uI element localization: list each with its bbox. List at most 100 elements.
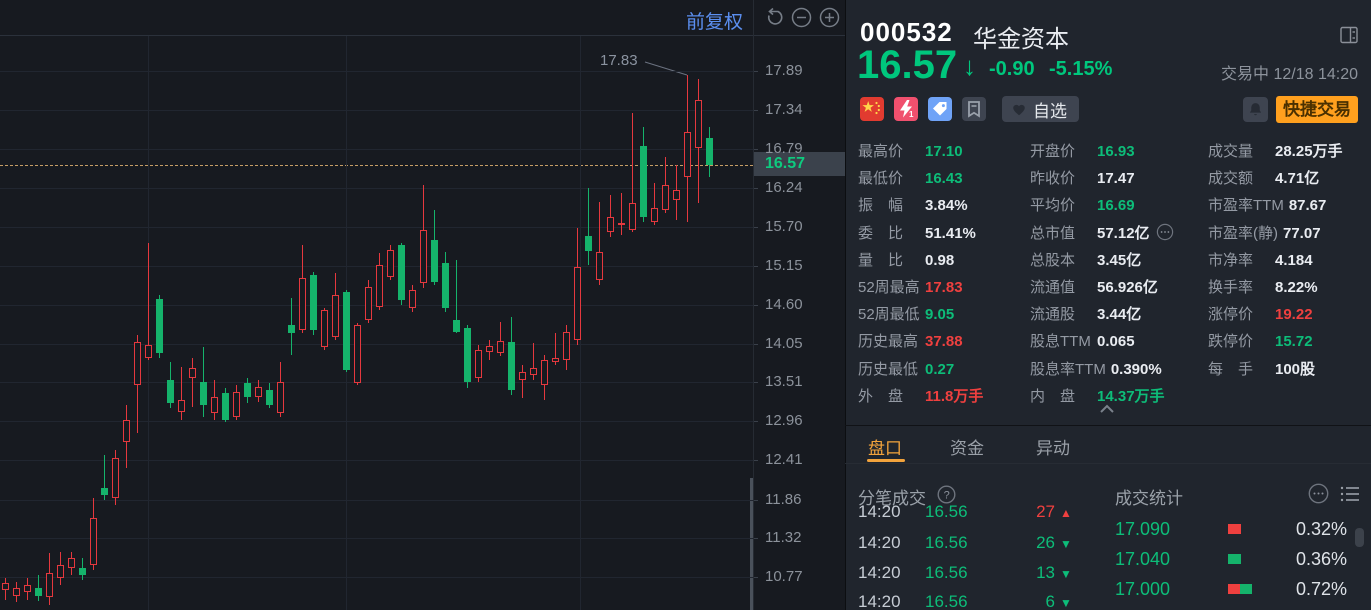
tab-movements[interactable]: 异动 — [1036, 434, 1070, 459]
horizontal-gridline — [0, 227, 753, 228]
china-market-flag-icon[interactable] — [860, 97, 884, 121]
tape-row: 14:2016.5626▼ — [845, 528, 1087, 558]
stat-value: 17.47 — [1097, 170, 1135, 187]
stat-item: 跌停价15.72 — [1208, 328, 1313, 355]
candle-body — [145, 345, 152, 358]
axis-tick-mark — [754, 71, 758, 72]
stat-label: 量 比 — [858, 247, 920, 274]
zoom-out-icon[interactable] — [791, 7, 812, 28]
tick-trade-list[interactable]: 14:2016.5627▲14:2016.5626▼14:2016.5613▼1… — [845, 504, 1087, 610]
help-icon[interactable]: ? — [937, 485, 956, 504]
quick-trade-button[interactable]: 快捷交易 — [1276, 96, 1358, 123]
add-favorite-button[interactable]: 自选 — [1002, 96, 1079, 122]
candle-body — [123, 420, 130, 442]
price-axis-label: 12.96 — [765, 412, 803, 429]
stat-item: 成交额4.71亿 — [1208, 165, 1319, 192]
stat-item: 委 比51.41% — [858, 220, 976, 247]
horizontal-gridline — [0, 538, 753, 539]
ellipsis-circle-icon[interactable] — [1308, 483, 1329, 504]
alert-bell-button[interactable] — [1243, 97, 1268, 122]
stat-value: 11.8万手 — [925, 388, 983, 405]
candle-body — [90, 518, 97, 565]
stat-label: 成交额 — [1208, 165, 1270, 192]
market-cap-more-icon[interactable] — [1156, 223, 1174, 241]
stat-item: 总市值57.12亿 — [1030, 220, 1174, 247]
stat-item: 振 幅3.84% — [858, 192, 968, 219]
collapse-chevron-icon[interactable] — [1098, 403, 1116, 415]
tape-direction-icon: ▼ — [1060, 529, 1072, 559]
stat-label: 每 手 — [1208, 356, 1270, 383]
candle-body — [541, 360, 548, 385]
tape-volume: 27 — [995, 504, 1055, 527]
level1-lightning-icon[interactable]: 1 — [894, 97, 918, 121]
tab-order-book[interactable]: 盘口 — [868, 434, 902, 459]
stat-item: 昨收价17.47 — [1030, 165, 1135, 192]
buy-volume-square — [1228, 584, 1240, 594]
tape-volume: 13 — [995, 558, 1055, 588]
favorite-label: 自选 — [1033, 97, 1067, 122]
candle-wick — [522, 365, 523, 398]
memo-bookmark-icon[interactable] — [962, 97, 986, 121]
panel-scrollbar-thumb[interactable] — [1355, 528, 1364, 547]
candle-body — [255, 387, 262, 397]
candle-body — [574, 267, 581, 339]
horizontal-gridline — [0, 344, 753, 345]
price-axis-label: 10.77 — [765, 568, 803, 585]
stat-label: 开盘价 — [1030, 138, 1092, 165]
candle-body — [552, 358, 559, 362]
candle-body — [244, 383, 251, 397]
axis-tick-mark — [754, 110, 758, 111]
svg-text:?: ? — [944, 490, 950, 502]
volume-stat-row: 17.0400.36% — [1115, 548, 1347, 570]
list-view-icon[interactable] — [1340, 485, 1360, 503]
stat-label: 最低价 — [858, 165, 920, 192]
stat-value: 28.25万手 — [1275, 143, 1343, 160]
stat-item: 历史最低0.27 — [858, 356, 954, 383]
tab-funds[interactable]: 资金 — [950, 434, 984, 459]
stat-item: 52周最高17.83 — [858, 274, 963, 301]
price-axis-label: 16.24 — [765, 179, 803, 196]
adjust-mode-link[interactable]: 前复权 — [686, 7, 743, 34]
stat-value: 19.22 — [1275, 306, 1313, 323]
candle-body — [35, 588, 42, 597]
axis-tick-mark — [754, 344, 758, 345]
candle-body — [46, 573, 53, 597]
candle-body — [79, 568, 86, 575]
horizontal-gridline — [0, 71, 753, 72]
axis-tick-mark — [754, 460, 758, 461]
tag-label-icon[interactable] — [928, 97, 952, 121]
stat-label: 股息TTM — [1030, 328, 1092, 355]
candlestick-plot[interactable]: 17.83 — [0, 36, 753, 610]
stock-name: 华金资本 — [973, 19, 1069, 54]
stat-label: 流通股 — [1030, 301, 1092, 328]
reset-zoom-icon[interactable] — [764, 7, 785, 28]
candle-body — [200, 382, 207, 405]
zoom-in-icon[interactable] — [819, 7, 840, 28]
stat-item: 流通值56.926亿 — [1030, 274, 1158, 301]
candle-body — [233, 392, 240, 417]
axis-tick-mark — [754, 227, 758, 228]
price-axis: 16.57 17.8917.3416.7916.2415.7015.1514.6… — [753, 0, 846, 610]
horizontal-gridline — [0, 110, 753, 111]
candle-body — [266, 390, 273, 405]
candle-body — [497, 341, 504, 353]
candle-body — [563, 332, 570, 360]
price-axis-label: 16.79 — [765, 140, 803, 157]
stat-price-level: 17.040 — [1115, 548, 1170, 570]
price-axis-label: 12.41 — [765, 451, 803, 468]
axis-tick-mark — [754, 421, 758, 422]
candle-body — [475, 350, 482, 378]
candle-wick — [621, 193, 622, 235]
candle-body — [420, 230, 427, 283]
stat-value: 0.065 — [1097, 333, 1135, 350]
candle-body — [596, 252, 603, 280]
stat-label: 跌停价 — [1208, 328, 1270, 355]
candle-body — [178, 400, 185, 412]
stat-label: 成交量 — [1208, 138, 1270, 165]
stat-label: 委 比 — [858, 220, 920, 247]
axis-tick-mark — [754, 538, 758, 539]
candle-body — [2, 583, 9, 590]
stat-value: 17.10 — [925, 143, 963, 160]
panel-layout-icon[interactable] — [1340, 26, 1358, 44]
candle-body — [332, 295, 339, 337]
